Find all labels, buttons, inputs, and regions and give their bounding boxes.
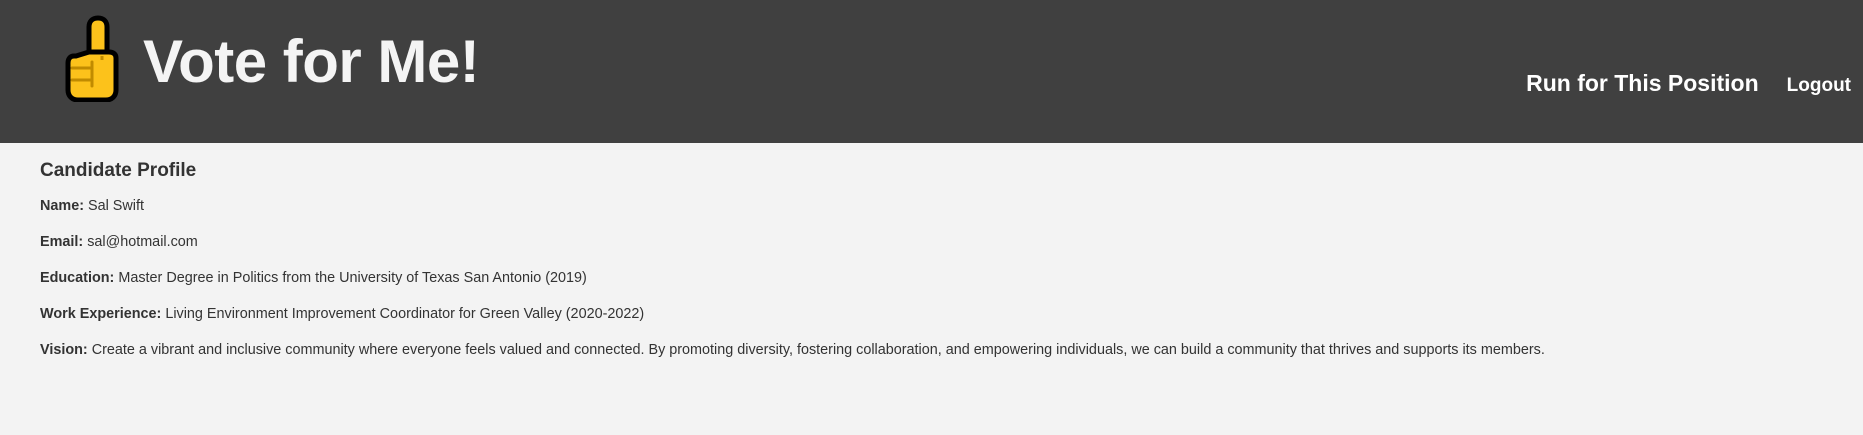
field-label: Email: (40, 234, 84, 250)
header-nav: Run for This Position Logout (1526, 70, 1851, 97)
profile-field-work-experience: Work Experience: Living Environment Impr… (40, 305, 1840, 323)
field-value: Create a vibrant and inclusive community… (91, 342, 1545, 358)
page-title: Candidate Profile (40, 160, 197, 181)
field-value: sal@hotmail.com (87, 234, 198, 250)
profile-field-email: Email: sal@hotmail.com (40, 233, 1840, 251)
field-value: Living Environment Improvement Coordinat… (165, 306, 645, 322)
profile-field-vision: Vision: Create a vibrant and inclusive c… (40, 341, 1840, 359)
profile-field-education: Education: Master Degree in Politics fro… (40, 269, 1840, 287)
field-label: Vision: (40, 342, 88, 358)
candidate-profile: Candidate Profile Name: Sal Swift Email:… (40, 143, 1840, 359)
pointing-up-hand-icon (65, 15, 119, 102)
logout-link[interactable]: Logout (1787, 75, 1851, 97)
field-label: Education: (40, 270, 115, 286)
field-label: Name: (40, 198, 84, 214)
field-value: Master Degree in Politics from the Unive… (118, 270, 587, 286)
site-title: Vote for Me! (143, 28, 480, 95)
field-value: Sal Swift (88, 198, 144, 214)
field-label: Work Experience: (40, 306, 162, 322)
run-for-position-link[interactable]: Run for This Position (1526, 70, 1759, 97)
profile-field-name: Name: Sal Swift (40, 197, 1840, 215)
site-header: Vote for Me! Run for This Position Logou… (0, 0, 1863, 143)
